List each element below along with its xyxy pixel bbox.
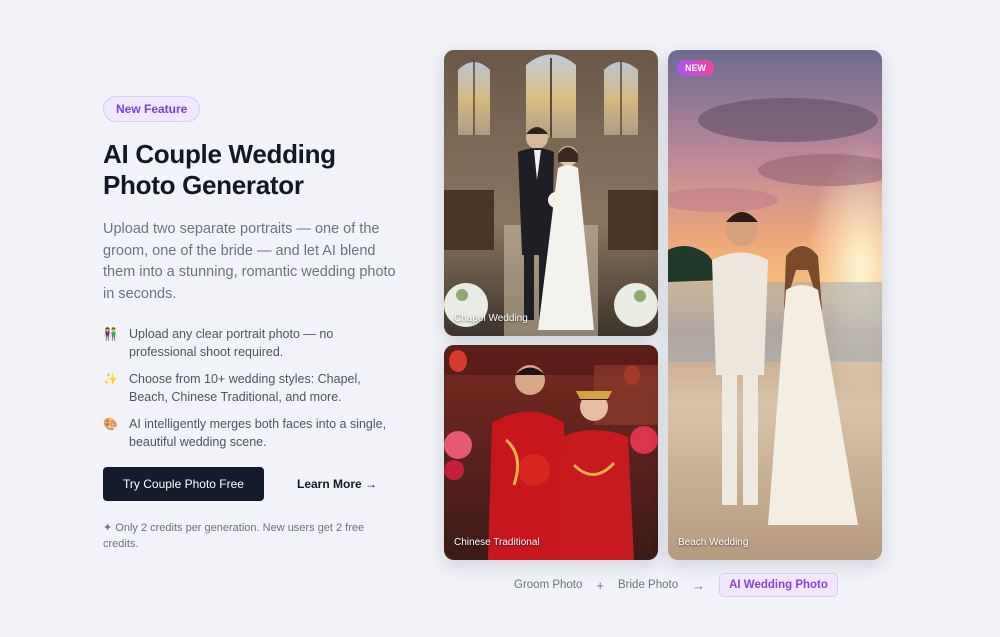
beach-wedding-image: [668, 50, 882, 560]
palette-emoji-icon: 🎨: [103, 417, 118, 431]
arrow-right-icon: →: [692, 577, 706, 593]
feature-item: 👫 Upload any clear portrait photo — no p…: [103, 325, 403, 361]
feature-list: 👫 Upload any clear portrait photo — no p…: [103, 325, 403, 451]
hero-section: New Feature AI Couple Wedding Photo Gene…: [103, 96, 403, 552]
page-title: AI Couple Wedding Photo Generator: [103, 139, 403, 201]
title-line-1: AI Couple Wedding: [103, 139, 336, 169]
title-line-2: Photo Generator: [103, 170, 304, 200]
hero-description: Upload two separate portraits — one of t…: [103, 221, 396, 302]
couple-emoji-icon: 👫: [103, 327, 118, 341]
ai-wedding-photo-step: AI Wedding Photo: [719, 573, 838, 597]
beach-wedding-card[interactable]: NEW Beach Wedding: [668, 50, 882, 560]
new-feature-badge: New Feature: [103, 96, 201, 122]
chapel-caption: Chapel Wedding: [454, 313, 528, 324]
learn-more-link[interactable]: Learn More →: [297, 477, 377, 491]
chinese-traditional-card[interactable]: Chinese Traditional: [444, 345, 658, 560]
beach-caption: Beach Wedding: [678, 537, 749, 548]
feature-text: Upload any clear portrait photo — no pro…: [129, 327, 334, 359]
chinese-caption: Chinese Traditional: [454, 537, 540, 548]
workflow-steps: Groom Photo + Bride Photo → AI Wedding P…: [514, 573, 838, 597]
groom-photo-step: Groom Photo: [514, 579, 583, 591]
bride-photo-step: Bride Photo: [618, 579, 679, 591]
new-badge: NEW: [677, 60, 714, 76]
try-couple-photo-button[interactable]: Try Couple Photo Free: [103, 467, 264, 501]
chinese-traditional-image: [444, 345, 658, 560]
chapel-wedding-card[interactable]: Chapel Wedding: [444, 50, 658, 336]
plus-icon: +: [596, 577, 604, 593]
feature-text: Choose from 10+ wedding styles: Chapel, …: [129, 372, 361, 404]
feature-item: ✨ Choose from 10+ wedding styles: Chapel…: [103, 370, 403, 406]
credits-note: ✦ Only 2 credits per generation. New use…: [103, 522, 365, 550]
chapel-wedding-image: [444, 50, 658, 336]
feature-text: AI intelligently merges both faces into …: [129, 417, 387, 449]
feature-item: 🎨 AI intelligently merges both faces int…: [103, 415, 403, 451]
sparkles-emoji-icon: ✨: [103, 372, 118, 386]
cta-row: Try Couple Photo Free Learn More →: [103, 467, 403, 501]
